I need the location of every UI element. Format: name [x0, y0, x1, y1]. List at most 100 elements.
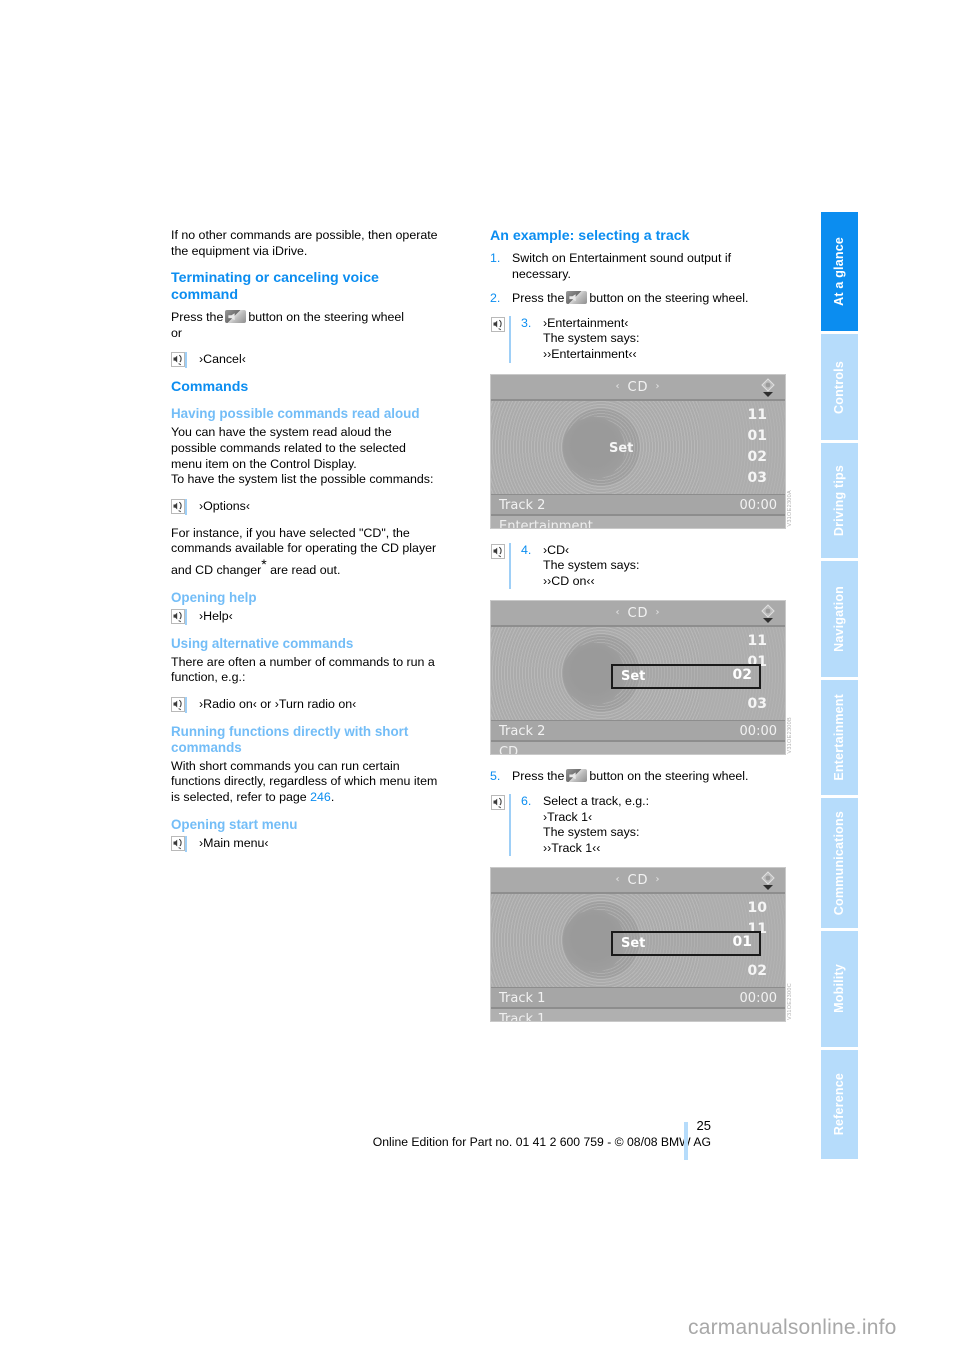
display-title-row: ‹ CD ›	[491, 379, 785, 396]
step-6-voice: 6. Select a track, e.g.: ›Track 1‹ The s…	[490, 793, 782, 857]
heading-short-commands: Running functions directly with short co…	[171, 723, 409, 755]
page-reference-link[interactable]: 246	[310, 790, 331, 804]
selected-track-number: 02	[732, 667, 752, 684]
system-says-label: The system says:	[543, 825, 640, 840]
set-label: Set	[609, 440, 634, 456]
read-aloud-para-1: You can have the system read aloud the p…	[171, 425, 406, 471]
display-status-bar: Track 1	[491, 1009, 785, 1022]
voice-command-text: ›Entertainment‹	[543, 315, 629, 330]
sidebar-item-controls[interactable]: Controls	[821, 334, 858, 440]
voice-command-text: ›Track 1‹	[543, 809, 593, 824]
heading-example-selecting-track: An example: selecting a track	[490, 228, 690, 244]
display-track-bar: Track 1 00:00	[491, 987, 785, 1010]
elapsed-time: 00:00	[739, 991, 777, 1007]
read-aloud-para-3b: are read out.	[266, 563, 341, 578]
voice-command-cancel-text: ›Cancel‹	[199, 352, 246, 367]
press-suffix: button on the steering wheel	[248, 310, 405, 325]
idrive-controller-icon	[758, 603, 778, 625]
selection-highlight-bar[interactable]: Set 01	[611, 931, 761, 957]
track-number: 11	[747, 633, 767, 650]
sidebar-item-mobility[interactable]: Mobility	[821, 931, 858, 1047]
steering-wheel-button-icon	[566, 291, 588, 305]
step-text-after: button on the steering wheel.	[589, 769, 749, 784]
voice-command-icon	[491, 543, 505, 559]
voice-command-main-menu-text: ›Main menu‹	[199, 835, 269, 850]
tab-label: At a glance	[832, 237, 847, 307]
selection-highlight-bar[interactable]: Set 02	[611, 664, 761, 690]
tab-label: Driving tips	[832, 465, 847, 537]
voice-command-options-text: ›Options‹	[199, 498, 250, 513]
step-text-before: Press the	[512, 769, 565, 784]
voice-command-icon	[491, 794, 505, 810]
display-header: ‹ CD ›	[491, 601, 785, 628]
step-number: 2.	[490, 291, 501, 306]
sidebar-item-entertainment[interactable]: Entertainment	[821, 679, 858, 796]
tab-label: Mobility	[832, 964, 847, 1014]
or-text: or	[171, 325, 183, 340]
tab-label: Navigation	[832, 586, 847, 652]
voice-command-help-text: ›Help‹	[199, 608, 233, 623]
sidebar-item-driving-tips[interactable]: Driving tips	[821, 442, 858, 559]
track-number: 02	[747, 448, 767, 465]
voice-command-radio-on-text: ›Radio on‹ or ›Turn radio on‹	[199, 696, 357, 711]
display-status-bar: Entertainment	[491, 515, 785, 528]
voice-command-help: ›Help‹	[171, 608, 438, 625]
idrive-controller-icon	[758, 870, 778, 892]
track-number: 10	[747, 900, 767, 917]
steering-wheel-button-icon	[566, 769, 588, 783]
track-number: 01	[747, 427, 767, 444]
step-3-voice: 3. ›Entertainment‹ The system says: ››En…	[490, 315, 782, 363]
voice-command-icon	[491, 316, 505, 332]
track-number-list: 11 01 02 03	[707, 405, 767, 489]
press-prefix: Press the	[171, 310, 224, 325]
read-aloud-para-2: To have the system list the possible com…	[171, 472, 434, 487]
right-arrow-icon: ›	[655, 874, 661, 886]
step-text: Press the button on the steering wheel.	[512, 769, 782, 785]
step-number: 1.	[490, 251, 501, 265]
left-arrow-icon: ‹	[615, 607, 621, 619]
left-text-column: If no other commands are possible, then …	[171, 228, 438, 863]
steering-wheel-button-icon	[225, 310, 247, 324]
procedure-steps-continued: 5. Press the button on the steering wheel…	[490, 769, 782, 785]
voice-command-text: ›CD‹	[543, 542, 570, 557]
sidebar-item-communications[interactable]: Communications	[821, 798, 858, 929]
step-number: 5.	[490, 769, 501, 784]
figure-code: V31OE2300A	[787, 489, 794, 527]
system-says-text: ››Entertainment‹‹	[543, 346, 637, 361]
display-title: CD	[627, 379, 649, 395]
display-title-row: ‹ CD ›	[491, 605, 785, 622]
edition-notice: Online Edition for Part no. 01 41 2 600 …	[372, 1135, 711, 1149]
track-number: 02	[747, 963, 767, 980]
sidebar-item-at-a-glance[interactable]: At a glance	[821, 212, 858, 332]
idrive-controller-icon	[758, 377, 778, 399]
display-cd-graphic: 11 01 02 03 Set 02	[491, 627, 785, 721]
current-track-label: Track 1	[499, 991, 546, 1007]
step-number: 3.	[521, 315, 532, 330]
step-5: 5. Press the button on the steering wheel…	[490, 769, 782, 785]
step-4-voice: 4. ›CD‹ The system says: ››CD on‹‹	[490, 542, 782, 590]
heading-read-aloud: Having possible commands read aloud	[171, 406, 420, 422]
right-text-column: An example: selecting a track 1. Switch …	[490, 228, 793, 1036]
control-display-screenshot: ‹ CD › 11 01 03 Set 02 Track 2 00:00 CD	[490, 600, 786, 756]
step-text: Switch on Entertainment sound output if …	[512, 251, 732, 281]
step-lead-text: Select a track, e.g.:	[543, 793, 650, 808]
step-text-after: button on the steering wheel.	[589, 291, 749, 306]
heading-terminating-voice-command: Terminating or canceling voice command	[171, 270, 379, 304]
elapsed-time: 00:00	[739, 724, 777, 740]
voice-command-options: ›Options‹	[171, 498, 438, 515]
read-aloud-para-3: For instance, if you have selected "CD",…	[171, 526, 438, 579]
voice-command-radio-on: ›Radio on‹ or ›Turn radio on‹	[171, 696, 438, 713]
step-number: 4.	[521, 542, 532, 557]
sidebar-item-navigation[interactable]: Navigation	[821, 561, 858, 677]
sidebar-item-reference[interactable]: Reference	[821, 1049, 858, 1160]
step-number: 6.	[521, 793, 532, 808]
step-2: 2. Press the button on the steering wheel…	[490, 291, 782, 307]
set-label: Set	[621, 936, 646, 952]
step-text: Press the button on the steering wheel.	[512, 291, 782, 307]
page-footer: 25 Online Edition for Part no. 01 41 2 6…	[171, 1118, 711, 1149]
voice-command-icon	[171, 498, 187, 515]
voice-command-icon	[171, 608, 187, 625]
control-display-screenshot: ‹ CD › 10 11 02 Set 01 Track 1 00:00 Tra…	[490, 867, 786, 1023]
display-header: ‹ CD ›	[491, 868, 785, 895]
short-commands-para-b: .	[330, 790, 335, 805]
